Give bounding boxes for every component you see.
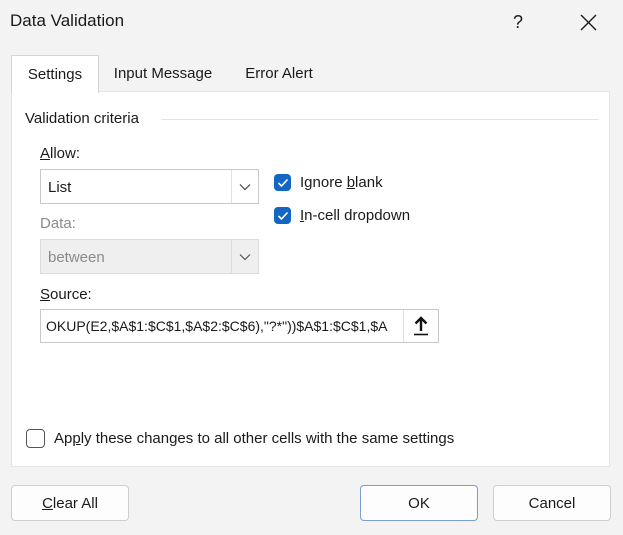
settings-panel: Validation criteria Allow: List Ignore b… <box>11 91 610 467</box>
chevron-down-icon <box>239 183 251 190</box>
clear-all-button[interactable]: Clear All <box>11 485 129 521</box>
tab-settings[interactable]: Settings <box>11 55 99 93</box>
data-dropdown: between <box>40 239 259 274</box>
allow-label: Allow: <box>40 145 81 162</box>
apply-all-checkbox[interactable]: Apply these changes to all other cells w… <box>26 429 454 448</box>
data-value: between <box>48 249 105 266</box>
title-bar: Data Validation ? <box>0 0 623 44</box>
chevron-down-icon <box>239 253 251 260</box>
allow-value: List <box>48 179 72 196</box>
checkbox-unchecked[interactable] <box>26 429 45 448</box>
checkmark-icon <box>277 178 288 187</box>
cancel-button[interactable]: Cancel <box>493 485 611 521</box>
close-icon <box>580 14 596 30</box>
in-cell-dropdown-checkbox[interactable]: In-cell dropdown <box>274 207 410 224</box>
validation-criteria-heading: Validation criteria <box>25 110 145 127</box>
data-label: Data: <box>40 215 76 232</box>
ignore-blank-checkbox[interactable]: Ignore blank <box>274 174 383 191</box>
source-input[interactable]: OKUP(E2,$A$1:$C$1,$A$2:$C$6),"?*"))$A$1:… <box>40 309 439 343</box>
source-value[interactable]: OKUP(E2,$A$1:$C$1,$A$2:$C$6),"?*"))$A$1:… <box>46 318 404 334</box>
ignore-blank-label: Ignore blank <box>300 174 383 191</box>
in-cell-dropdown-label: In-cell dropdown <box>300 207 411 224</box>
checkbox-checked[interactable] <box>274 174 291 191</box>
data-dropdown-button <box>231 240 258 273</box>
checkbox-checked[interactable] <box>274 207 291 224</box>
apply-all-label: Apply these changes to all other cells w… <box>54 430 455 447</box>
tab-input-message[interactable]: Input Message <box>99 56 227 91</box>
source-label: Source: <box>40 286 92 303</box>
dialog-title: Data Validation <box>10 11 125 30</box>
tab-error-alert[interactable]: Error Alert <box>231 56 327 91</box>
checkmark-icon <box>277 211 288 220</box>
collapse-dialog-icon <box>414 316 428 336</box>
help-button[interactable]: ? <box>500 6 536 38</box>
collapse-dialog-button[interactable] <box>403 310 438 342</box>
close-button[interactable] <box>568 6 608 38</box>
allow-dropdown-button[interactable] <box>231 170 258 203</box>
ok-button[interactable]: OK <box>360 485 478 521</box>
group-divider <box>162 119 598 120</box>
allow-dropdown[interactable]: List <box>40 169 259 204</box>
